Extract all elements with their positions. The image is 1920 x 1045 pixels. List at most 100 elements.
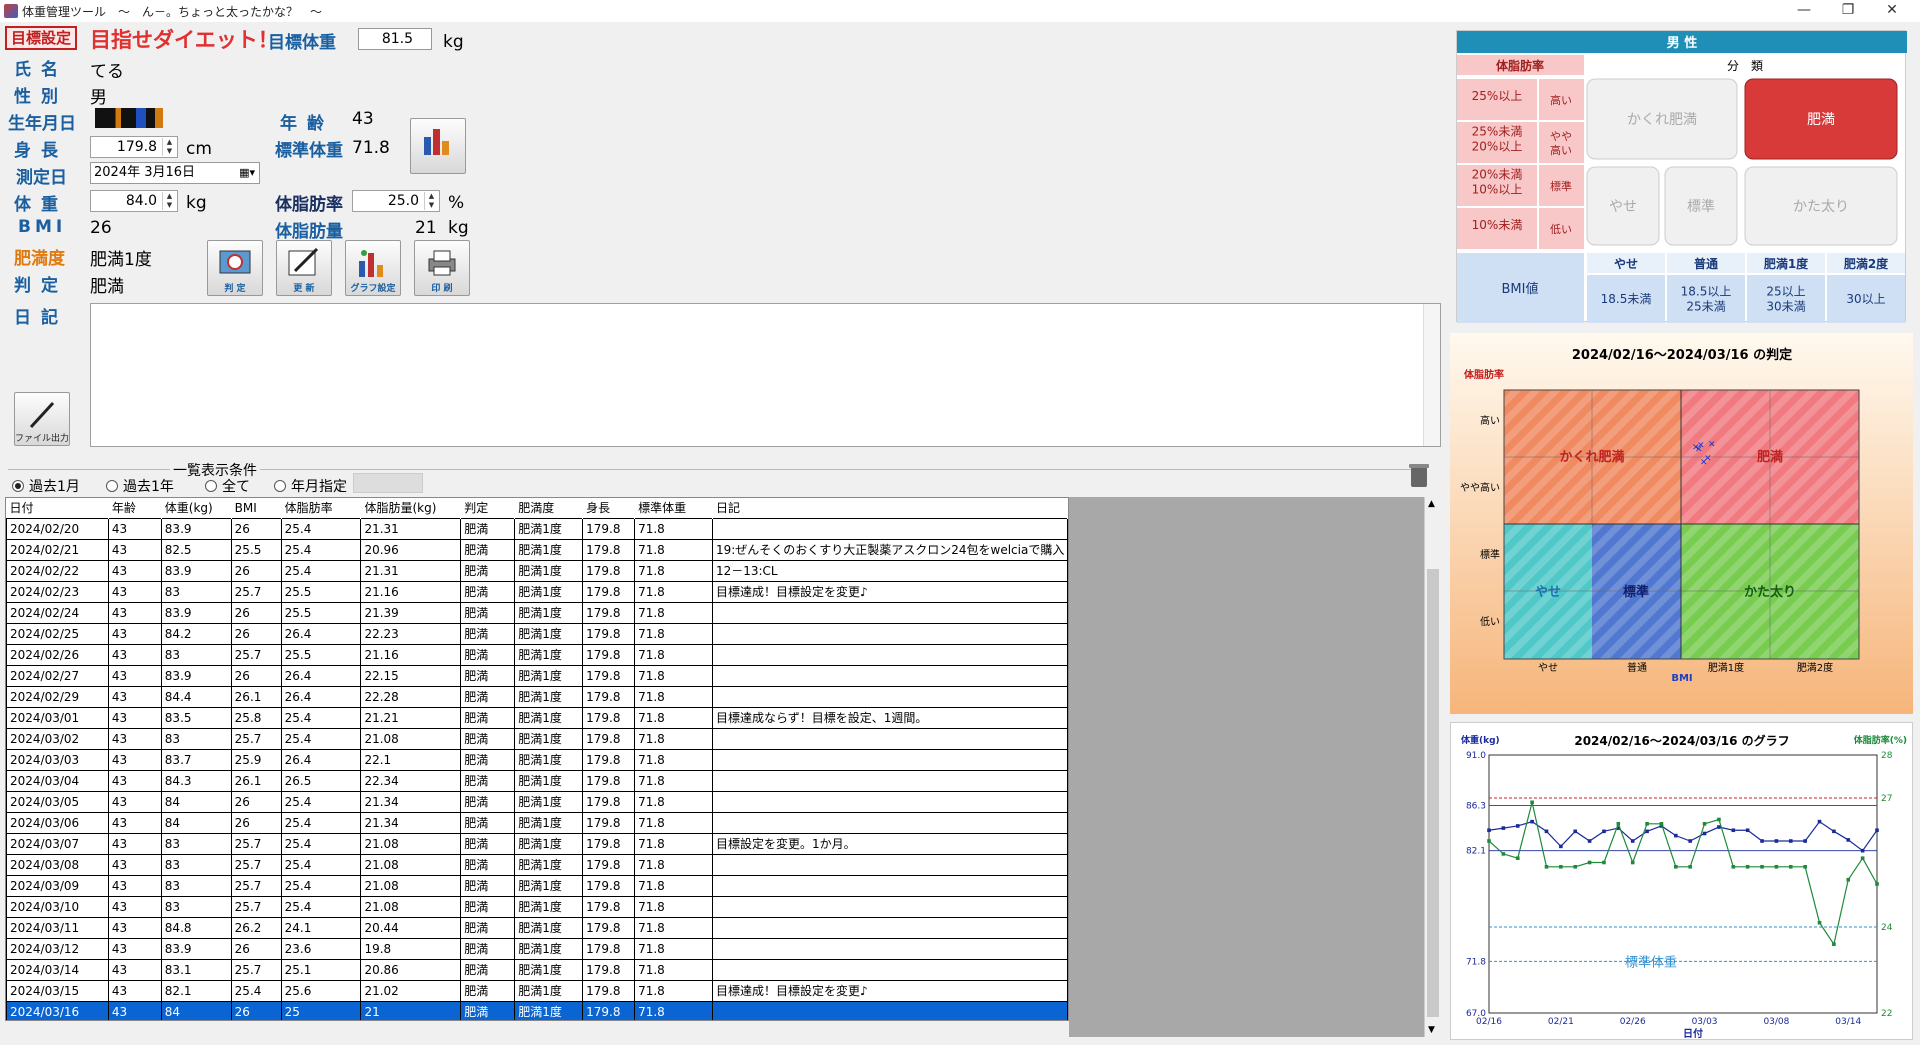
update-button[interactable]: 更 新 xyxy=(276,240,332,296)
table-row[interactable]: 2024/02/21 43 82.5 25.5 25.4 20.96 肥満 肥満1度 179.8… xyxy=(6,538,1068,561)
table-cell: 179.8 xyxy=(582,664,636,687)
radio-year-month[interactable]: 年月指定 xyxy=(274,476,347,496)
table-row[interactable]: 2024/03/03 43 83.7 25.9 26.4 22.1 肥満 肥満1度 179.8 7… xyxy=(6,748,1068,771)
radio-all[interactable]: 全て xyxy=(205,476,250,496)
height-value: 179.8 xyxy=(116,139,157,155)
graph-y2tick: 24 xyxy=(1881,923,1893,933)
table-cell: 目標達成！目標設定を変更♪ xyxy=(711,979,1068,1002)
table-cell: 21.08 xyxy=(360,853,462,876)
table-cell: 71.8 xyxy=(634,853,713,876)
column-header[interactable]: 年齢 xyxy=(108,498,162,518)
table-row[interactable]: 2024/02/25 43 84.2 26 26.4 22.23 肥満 肥満1度 179.8 71… xyxy=(6,622,1068,645)
column-header[interactable]: 体脂肪量(kg) xyxy=(360,498,462,518)
column-header[interactable]: 体重(kg) xyxy=(161,498,232,518)
column-header[interactable]: 判定 xyxy=(460,498,516,518)
judge-xtick: 肥満2度 xyxy=(1797,661,1833,674)
column-header[interactable]: 日付 xyxy=(6,498,109,518)
column-header[interactable]: 体脂肪率 xyxy=(281,498,362,518)
table-cell: 179.8 xyxy=(582,832,636,855)
series-point xyxy=(1587,860,1592,865)
table-row[interactable]: 2024/03/06 43 84 26 25.4 21.34 肥満 肥満1度 179.8 71.8 xyxy=(6,811,1068,834)
table-cell: 26.4 xyxy=(280,664,362,687)
svg-text:肥満: 肥満 xyxy=(1807,112,1835,128)
radio-past-year[interactable]: 過去1年 xyxy=(106,476,174,496)
table-scrollbar[interactable]: ▲ ▼ xyxy=(1424,497,1441,1037)
date-picker[interactable]: 2024年 3月16日 ▦▾ xyxy=(90,162,260,184)
calendar-dropdown-icon[interactable]: ▦▾ xyxy=(239,163,255,183)
table-row[interactable]: 2024/02/22 43 83.9 26 25.4 21.31 肥満 肥満1度 179.8 71… xyxy=(6,559,1068,582)
table-cell: 84.4 xyxy=(160,685,232,708)
table-row[interactable]: 2024/03/16 43 84 26 25 21 肥満 肥満1度 179.8 71.8 xyxy=(6,1000,1068,1020)
table-row[interactable]: 2024/03/09 43 83 25.7 25.4 21.08 肥満 肥満1度 179.8 71… xyxy=(6,874,1068,897)
series-point xyxy=(1487,839,1491,843)
series-point xyxy=(1788,839,1793,843)
table-row[interactable]: 2024/02/24 43 83.9 26 25.5 21.39 肥満 肥満1度 179.8 71… xyxy=(6,601,1068,624)
minimize-button[interactable]: — xyxy=(1784,0,1824,22)
weight-stepper[interactable]: 84.0 ▲ ▼ xyxy=(90,190,178,212)
table-row[interactable]: 2024/03/12 43 83.9 26 23.6 19.8 肥満 肥満1度 179.8 71.… xyxy=(6,937,1068,960)
file-output-button[interactable]: ファイル出力 xyxy=(14,392,70,446)
maximize-button[interactable]: ❐ xyxy=(1828,0,1868,22)
stepper-arrows-icon[interactable]: ▲ ▼ xyxy=(424,192,438,210)
table-row[interactable]: 2024/03/04 43 84.3 26.1 26.5 22.34 肥満 肥満1度 179.8… xyxy=(6,769,1068,792)
table-cell: 2024/02/24 xyxy=(6,601,109,624)
table-cell: 21.08 xyxy=(360,832,462,855)
table-cell xyxy=(711,937,1068,960)
table-row[interactable]: 2024/03/02 43 83 25.7 25.4 21.08 肥満 肥満1度 179.8 71… xyxy=(6,727,1068,750)
judge-button[interactable]: 判 定 xyxy=(207,240,263,296)
table-row[interactable]: 2024/02/29 43 84.4 26.1 26.4 22.28 肥満 肥満1度 179.8… xyxy=(6,685,1068,708)
table-cell xyxy=(711,1000,1068,1020)
weight-label: 体重 xyxy=(14,195,68,215)
table-row[interactable]: 2024/03/14 43 83.1 25.7 25.1 20.86 肥満 肥満1度 179.8… xyxy=(6,958,1068,981)
stepper-arrows-icon[interactable]: ▲ ▼ xyxy=(162,138,176,156)
print-button[interactable]: 印 刷 xyxy=(414,240,470,296)
table-row[interactable]: 2024/03/01 43 83.5 25.8 25.4 21.21 肥満 肥満1度 179.8… xyxy=(6,706,1068,729)
column-header[interactable]: 標準体重 xyxy=(634,498,713,518)
fat-rate-stepper[interactable]: 25.0 ▲ ▼ xyxy=(352,190,440,212)
year-month-select[interactable] xyxy=(353,473,423,493)
stepper-arrows-icon[interactable]: ▲ ▼ xyxy=(162,192,176,210)
close-button[interactable]: ✕ xyxy=(1872,0,1912,22)
trash-icon[interactable] xyxy=(1408,462,1430,488)
graph-setting-button[interactable]: グラフ設定 xyxy=(345,240,401,296)
table-cell: 179.8 xyxy=(582,748,636,771)
table-cell: 25.4 xyxy=(280,895,362,918)
table-cell: 肥満 xyxy=(460,517,516,540)
table-cell: 26.1 xyxy=(230,769,282,792)
table-row[interactable]: 2024/02/27 43 83.9 26 26.4 22.15 肥満 肥満1度 179.8 71… xyxy=(6,664,1068,687)
table-row[interactable]: 2024/03/05 43 84 26 25.4 21.34 肥満 肥満1度 179.8 71.8 xyxy=(6,790,1068,813)
graph-y2tick: 22 xyxy=(1881,1009,1892,1019)
table-row[interactable]: 2024/03/11 43 84.8 26.2 24.1 20.44 肥満 肥満1度 179.8… xyxy=(6,916,1068,939)
radio-past-month[interactable]: 過去1月 xyxy=(12,476,80,496)
table-cell: 12－13:CL xyxy=(711,559,1068,582)
column-header[interactable]: 肥満度 xyxy=(514,498,584,518)
diary-textarea[interactable] xyxy=(90,303,1441,447)
table-cell: 2024/03/03 xyxy=(6,748,109,771)
diary-scrollbar[interactable] xyxy=(1423,304,1440,446)
column-header[interactable]: 日記 xyxy=(712,498,1068,518)
table-row[interactable]: 2024/03/15 43 82.1 25.4 25.6 21.02 肥満 肥満1度 179.8… xyxy=(6,979,1068,1002)
scroll-up-icon[interactable]: ▲ xyxy=(1428,499,1435,509)
table-cell: 肥満 xyxy=(460,664,516,687)
column-header[interactable]: BMI xyxy=(231,498,282,518)
goal-setting-button[interactable]: 目標設定 xyxy=(5,26,77,50)
table-cell: 43 xyxy=(107,853,162,876)
column-header[interactable]: 身長 xyxy=(582,498,636,518)
goal-weight-field[interactable]: 81.5 xyxy=(358,28,432,50)
data-table[interactable]: 日付 年齢 体重(kg) BMI 体脂肪率 体脂肪量(kg) 判定 肥満度 身長 標準体重 日記 2… xyxy=(5,497,1069,1021)
birth-label: 生年月日 xyxy=(8,114,76,134)
table-row[interactable]: 2024/02/23 43 83 25.7 25.5 21.16 肥満 肥満1度 179.8 71… xyxy=(6,580,1068,603)
table-row[interactable]: 2024/02/26 43 83 25.7 25.5 21.16 肥満 肥満1度 179.8 71… xyxy=(6,643,1068,666)
table-cell: 肥満1度 xyxy=(514,559,584,582)
table-row[interactable]: 2024/03/08 43 83 25.7 25.4 21.08 肥満 肥満1度 179.8 71… xyxy=(6,853,1068,876)
table-row[interactable]: 2024/02/20 43 83.9 26 25.4 21.31 肥満 肥満1度 179.8 71… xyxy=(6,517,1068,540)
table-cell: 26 xyxy=(230,622,282,645)
table-row[interactable]: 2024/03/07 43 83 25.7 25.4 21.08 肥満 肥満1度 179.8 71… xyxy=(6,832,1068,855)
height-stepper[interactable]: 179.8 ▲ ▼ xyxy=(90,136,178,158)
scroll-down-icon[interactable]: ▼ xyxy=(1428,1025,1435,1035)
scrollbar-thumb[interactable] xyxy=(1427,569,1439,1017)
graph-view-button[interactable] xyxy=(410,118,466,174)
series-point xyxy=(1731,828,1736,833)
table-row[interactable]: 2024/03/10 43 83 25.7 25.4 21.08 肥満 肥満1度 179.8 71… xyxy=(6,895,1068,918)
graph-xtick: 03/08 xyxy=(1763,1017,1789,1027)
